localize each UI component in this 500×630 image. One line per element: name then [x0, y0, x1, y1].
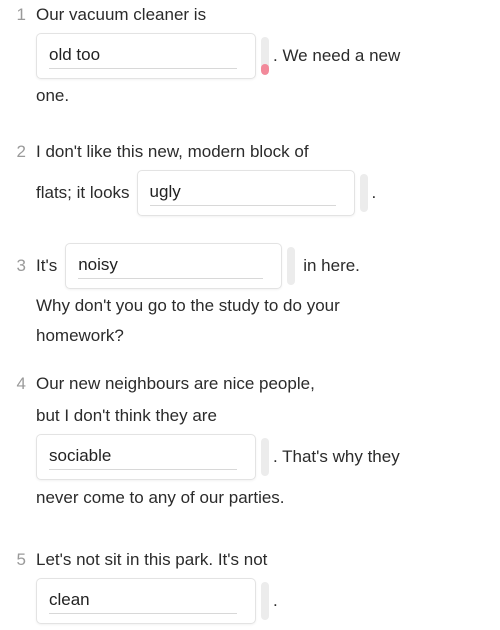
question-5-answer-group: clean — [36, 578, 269, 624]
question-item-2: 2 I don't like this new, modern block of… — [0, 137, 500, 216]
question-4-answer-group: sociable — [36, 434, 269, 480]
answer-input-5-value: clean — [49, 589, 245, 614]
answer-input-3[interactable]: noisy — [65, 243, 283, 289]
answer-input-4[interactable]: sociable — [36, 434, 256, 480]
question-1-answer-group: old too — [36, 33, 269, 79]
answer-marker-bar-3 — [287, 247, 296, 285]
question-1-line-1: 1 Our vacuum cleaner is — [0, 0, 500, 30]
question-item-1: 1 Our vacuum cleaner is old too . We nee… — [0, 0, 500, 111]
question-2-text-after: . — [371, 183, 377, 202]
question-item-4: 4 Our new neighbours are nice people, bu… — [0, 369, 500, 513]
answer-marker-bar-4 — [261, 438, 269, 476]
answer-input-5[interactable]: clean — [36, 578, 256, 624]
exercise-sheet: 1 Our vacuum cleaner is old too . We nee… — [0, 0, 500, 630]
answer-input-1[interactable]: old too — [36, 33, 256, 79]
question-5-line-2: clean . — [36, 578, 500, 624]
question-3-text-tail-2: homework? — [36, 326, 124, 345]
question-2-text-before: I don't like this new, modern block of — [36, 142, 309, 161]
question-5-line-1: 5 Let's not sit in this park. It's not — [0, 545, 500, 575]
question-1-text-before: Our vacuum cleaner is — [36, 5, 207, 24]
answer-marker-bar-1 — [261, 37, 269, 75]
answer-marker-fill-1 — [261, 64, 269, 75]
question-1-line-2: old too . We need a new — [36, 33, 500, 79]
question-5-text-before: Let's not sit in this park. It's not — [36, 550, 268, 569]
question-4-line-1: 4 Our new neighbours are nice people, — [0, 369, 500, 399]
question-4-number: 4 — [16, 374, 26, 393]
question-5-number: 5 — [16, 550, 26, 569]
question-2-answer-group: ugly — [136, 170, 368, 216]
question-item-3: 3 It's noisy in here. Why don't you go t… — [0, 243, 500, 351]
question-3-answer-group: noisy — [65, 243, 296, 289]
question-3-line-3: homework? — [36, 321, 500, 351]
question-1-text-after: . We need a new — [273, 46, 401, 65]
question-2-line-1: 2 I don't like this new, modern block of — [0, 137, 500, 167]
question-3-text-before: It's — [36, 256, 58, 275]
answer-input-4-value: sociable — [49, 445, 245, 470]
answer-input-2[interactable]: ugly — [136, 170, 355, 216]
question-5-text-after: . — [273, 591, 278, 610]
answer-input-3-value: noisy — [78, 254, 271, 279]
question-4-text-tail: never come to any of our parties. — [36, 488, 285, 507]
question-3-number: 3 — [16, 256, 26, 275]
answer-input-2-value: ugly — [149, 181, 344, 206]
question-item-5: 5 Let's not sit in this park. It's not c… — [0, 545, 500, 624]
question-4-text-before-2: but I don't think they are — [36, 406, 217, 425]
question-2-text-before-2: flats; it looks — [36, 183, 130, 202]
question-2-number: 2 — [16, 142, 26, 161]
answer-input-1-value: old too — [49, 44, 245, 69]
question-4-text-after: . That's why they — [273, 447, 400, 466]
question-1-number: 1 — [16, 5, 26, 24]
question-4-text-before: Our new neighbours are nice people, — [36, 374, 315, 393]
question-4-line-3: sociable . That's why they — [36, 434, 500, 480]
question-3-line-2: Why don't you go to the study to do your — [36, 291, 500, 321]
answer-marker-bar-2 — [359, 174, 368, 212]
question-1-line-3: one. — [36, 81, 500, 111]
question-4-line-4: never come to any of our parties. — [36, 483, 500, 513]
question-4-line-2: but I don't think they are — [36, 401, 500, 431]
question-3-text-tail: Why don't you go to the study to do your — [36, 296, 340, 315]
question-3-text-after: in here. — [303, 256, 360, 275]
question-1-text-tail: one. — [36, 86, 70, 105]
question-3-line-1: 3 It's noisy in here. — [0, 243, 500, 289]
answer-marker-bar-5 — [261, 582, 269, 620]
question-2-line-2: flats; it looks ugly . — [36, 170, 500, 216]
